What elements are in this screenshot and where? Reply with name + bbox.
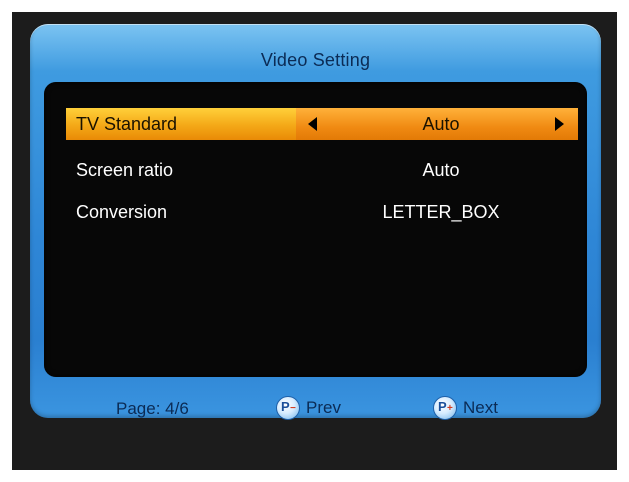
tv-screen: Video Setting TV Standard Auto Screen ra… (12, 12, 617, 470)
page-minus-icon: P − (276, 396, 300, 420)
setting-value: Auto (422, 160, 460, 180)
page-indicator: Page: 4/6 (116, 399, 189, 418)
prev-label: Prev (306, 398, 341, 417)
setting-row-conversion[interactable]: Conversion LETTER_BOX (66, 196, 578, 228)
setting-value: Auto (422, 114, 460, 134)
setting-label: Conversion (76, 202, 168, 222)
next-label: Next (463, 398, 498, 417)
next-page-button[interactable]: P + Next (433, 396, 498, 420)
setting-label: Screen ratio (76, 160, 174, 180)
setting-value: LETTER_BOX (382, 202, 500, 222)
setting-row-screen-ratio[interactable]: Screen ratio Auto (66, 154, 578, 186)
setting-label: TV Standard (76, 114, 178, 134)
prev-page-button[interactable]: P − Prev (276, 396, 341, 420)
page-plus-icon: P + (433, 396, 457, 420)
dialog-title: Video Setting (260, 50, 371, 70)
video-setting-dialog: Video Setting TV Standard Auto Screen ra… (30, 24, 601, 420)
setting-row-tv-standard[interactable]: TV Standard Auto (66, 108, 578, 140)
dialog-footer: Page: 4/6 P − Prev P + Next (30, 396, 601, 420)
settings-list: TV Standard Auto Screen ratio Auto Conve… (44, 82, 587, 377)
